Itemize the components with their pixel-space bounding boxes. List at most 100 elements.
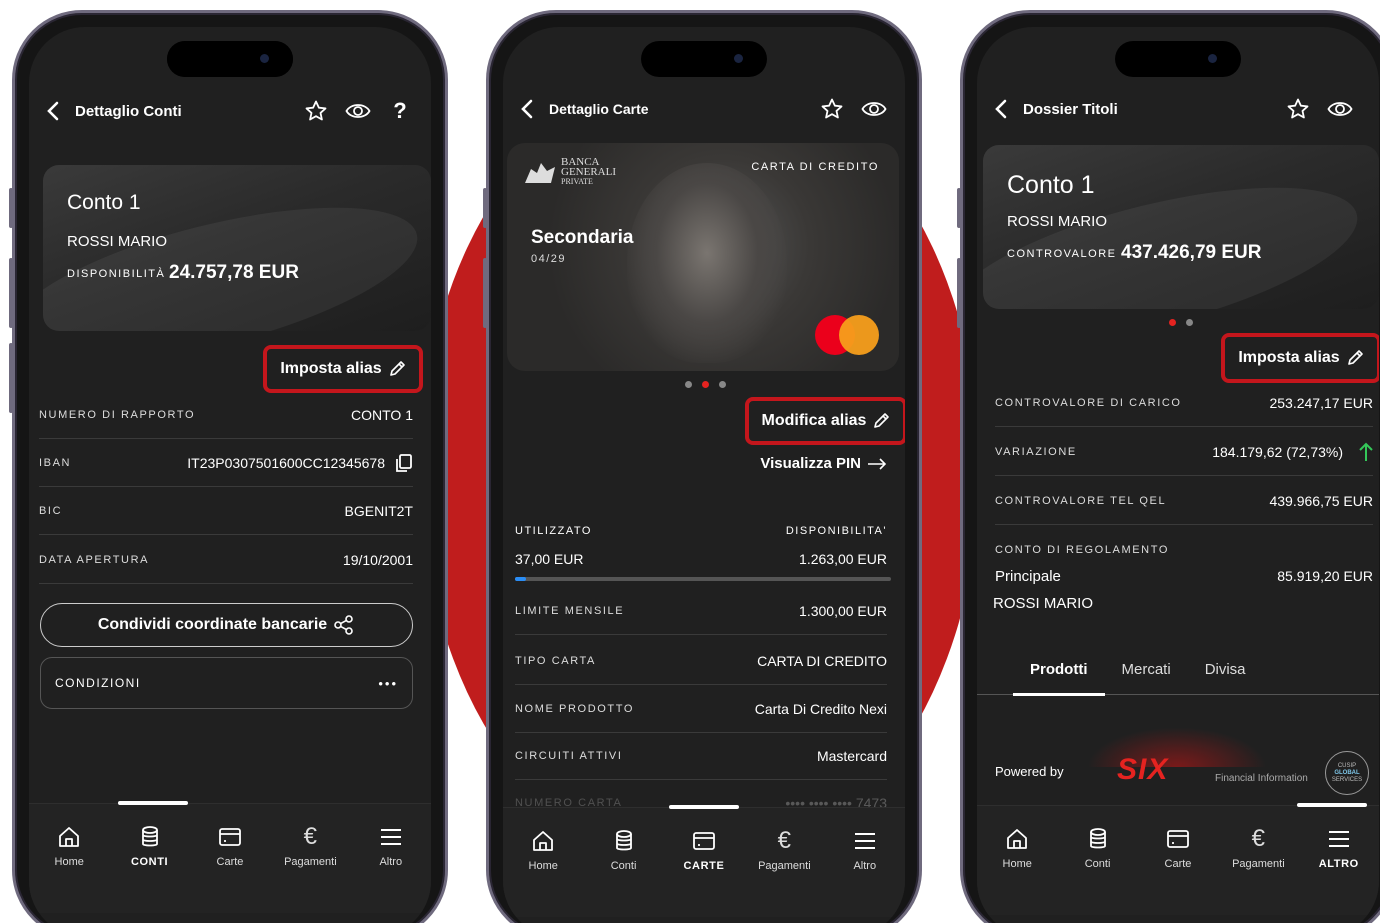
menu-icon: [379, 824, 403, 850]
nav-carte[interactable]: CARTE: [667, 828, 741, 872]
share-label: Condividi coordinate bancarie: [97, 616, 328, 633]
dossier-card: Conto 1 ROSSI MARIO CONTROVALORE 437.426…: [983, 145, 1379, 309]
tab-divisa[interactable]: Divisa: [1188, 645, 1263, 695]
six-logo: SIX: [1117, 753, 1169, 786]
row-value: BGENIT2T: [344, 502, 413, 519]
card-name: Secondaria: [531, 227, 634, 248]
nav-altro[interactable]: Altro: [354, 824, 428, 868]
conditions-panel[interactable]: CONDIZIONI •••: [40, 657, 413, 709]
arrow-right-icon: [868, 457, 887, 470]
page-title: Dossier Titoli: [1023, 100, 1118, 118]
active-tab-indicator: [669, 805, 739, 809]
bank-logo-text: BANCA GENERALI PRIVATE: [561, 157, 616, 187]
set-alias-button[interactable]: Imposta alias: [263, 345, 423, 393]
top-bar: Dossier Titoli: [977, 89, 1379, 129]
screen: Dettaglio Conti ? Conto 1 ROSSI MARIO DI…: [29, 27, 431, 923]
phone-side-button: [9, 343, 13, 413]
star-icon[interactable]: [1281, 94, 1315, 124]
home-icon: [1005, 826, 1029, 852]
credit-card[interactable]: BANCA GENERALI PRIVATE CARTA DI CREDITO …: [507, 143, 899, 371]
countervalue-value: 437.426,79 EUR: [1121, 242, 1262, 263]
back-chevron-icon[interactable]: [517, 99, 537, 119]
nav-home[interactable]: Home: [32, 824, 106, 868]
nav-carte[interactable]: Carte: [1141, 826, 1215, 870]
nav-label: Pagamenti: [284, 856, 337, 868]
star-icon[interactable]: [299, 96, 333, 126]
back-chevron-icon[interactable]: [43, 101, 63, 121]
copy-icon[interactable]: [395, 453, 413, 473]
tab-prodotti[interactable]: Prodotti: [1013, 645, 1105, 696]
eye-icon[interactable]: [1323, 94, 1357, 124]
phone-side-button: [483, 258, 487, 328]
row-value: Mastercard: [816, 747, 887, 764]
more-icon[interactable]: •••: [378, 676, 398, 691]
available-value: 1.263,00 EUR: [799, 551, 887, 567]
alias-label: Imposta alias: [280, 360, 382, 377]
account-card: Conto 1 ROSSI MARIO DISPONIBILITÀ 24.757…: [43, 165, 431, 331]
row-label: BIC: [39, 504, 63, 517]
detail-row: DATA APERTURA 19/10/2001: [39, 536, 413, 584]
bottom-nav: Home Conti CARTE € Pagamenti Altro: [503, 805, 905, 917]
row-value: CONTO 1: [351, 406, 413, 423]
account-title: Conto 1: [67, 191, 141, 214]
detail-row: TIPO CARTA CARTA DI CREDITO: [515, 637, 887, 685]
bank-line: GENERALI: [561, 166, 616, 178]
row-value: 19/10/2001: [342, 551, 413, 568]
powered-by-label: Powered by: [995, 764, 1064, 779]
detail-row: NUMERO DI RAPPORTO CONTO 1: [39, 391, 413, 439]
nav-altro[interactable]: ALTRO: [1302, 826, 1376, 870]
nav-altro[interactable]: Altro: [828, 828, 902, 872]
euro-icon: €: [1251, 825, 1266, 852]
camera-notch: [1115, 41, 1241, 77]
home-icon: [531, 828, 555, 854]
screen: Dossier Titoli Conto 1 ROSSI MARIO CONTR…: [977, 27, 1379, 923]
row-label: LIMITE MENSILE: [515, 604, 625, 617]
set-alias-button[interactable]: Imposta alias: [1221, 333, 1379, 383]
nav-label: CARTE: [683, 860, 725, 872]
detail-row: BIC BGENIT2T: [39, 487, 413, 535]
page-title: Dettaglio Carte: [549, 101, 649, 117]
cusip-logo: CUSIP GLOBAL SERVICES: [1325, 751, 1369, 795]
nav-pagamenti[interactable]: € Pagamenti: [1221, 825, 1295, 870]
phone-side-button: [9, 188, 13, 228]
nav-pagamenti[interactable]: € Pagamenti: [273, 823, 347, 868]
pencil-icon: [389, 361, 405, 376]
nav-label: Altro: [379, 856, 403, 868]
nav-label: Conti: [610, 860, 637, 872]
menu-icon: [1327, 826, 1351, 852]
phone-carte: Dettaglio Carte BANCA GENERALI PRIVATE C…: [483, 10, 922, 923]
nav-conti[interactable]: Conti: [587, 828, 661, 872]
stage: Dettaglio Conti ? Conto 1 ROSSI MARIO DI…: [0, 0, 1380, 923]
nav-home[interactable]: Home: [980, 826, 1054, 870]
coins-icon: [614, 828, 634, 854]
edit-alias-button[interactable]: Modifica alias: [745, 397, 905, 445]
row-label: CONTROVALORE TEL QEL: [995, 494, 1167, 507]
variation-value: 184.179,62 (72,73%): [1212, 443, 1343, 460]
back-chevron-icon[interactable]: [991, 99, 1011, 119]
cusip-line: SERVICES: [1331, 776, 1363, 783]
pencil-icon: [1347, 350, 1363, 365]
camera-notch: [167, 41, 293, 77]
nav-conti[interactable]: Conti: [1061, 826, 1135, 870]
coins-icon: [140, 824, 160, 850]
nav-pagamenti[interactable]: € Pagamenti: [747, 827, 821, 872]
nav-home[interactable]: Home: [506, 828, 580, 872]
row-label: CIRCUITI ATTIVI: [515, 749, 623, 762]
nav-label: Home: [54, 856, 84, 868]
nav-carte[interactable]: Carte: [193, 824, 267, 868]
nav-conti[interactable]: CONTI: [113, 824, 187, 868]
view-pin-link[interactable]: Visualizza PIN: [760, 455, 887, 472]
page-title: Dettaglio Conti: [75, 102, 182, 120]
phone-side-button: [483, 188, 487, 228]
available-label: DISPONIBILITA': [785, 525, 887, 537]
usage-labels: UTILIZZATO DISPONIBILITA': [515, 525, 887, 537]
pin-label: Visualizza PIN: [760, 455, 861, 472]
eye-icon[interactable]: [857, 94, 891, 124]
eye-icon[interactable]: [341, 96, 375, 126]
share-bank-details-button[interactable]: Condividi coordinate bancarie: [40, 603, 413, 647]
tab-mercati[interactable]: Mercati: [1105, 645, 1188, 695]
star-icon[interactable]: [815, 94, 849, 124]
detail-row: IBAN IT23P0307501600CC12345678: [39, 439, 413, 487]
help-icon[interactable]: ?: [383, 96, 417, 126]
arrow-up-icon: [1359, 442, 1373, 461]
